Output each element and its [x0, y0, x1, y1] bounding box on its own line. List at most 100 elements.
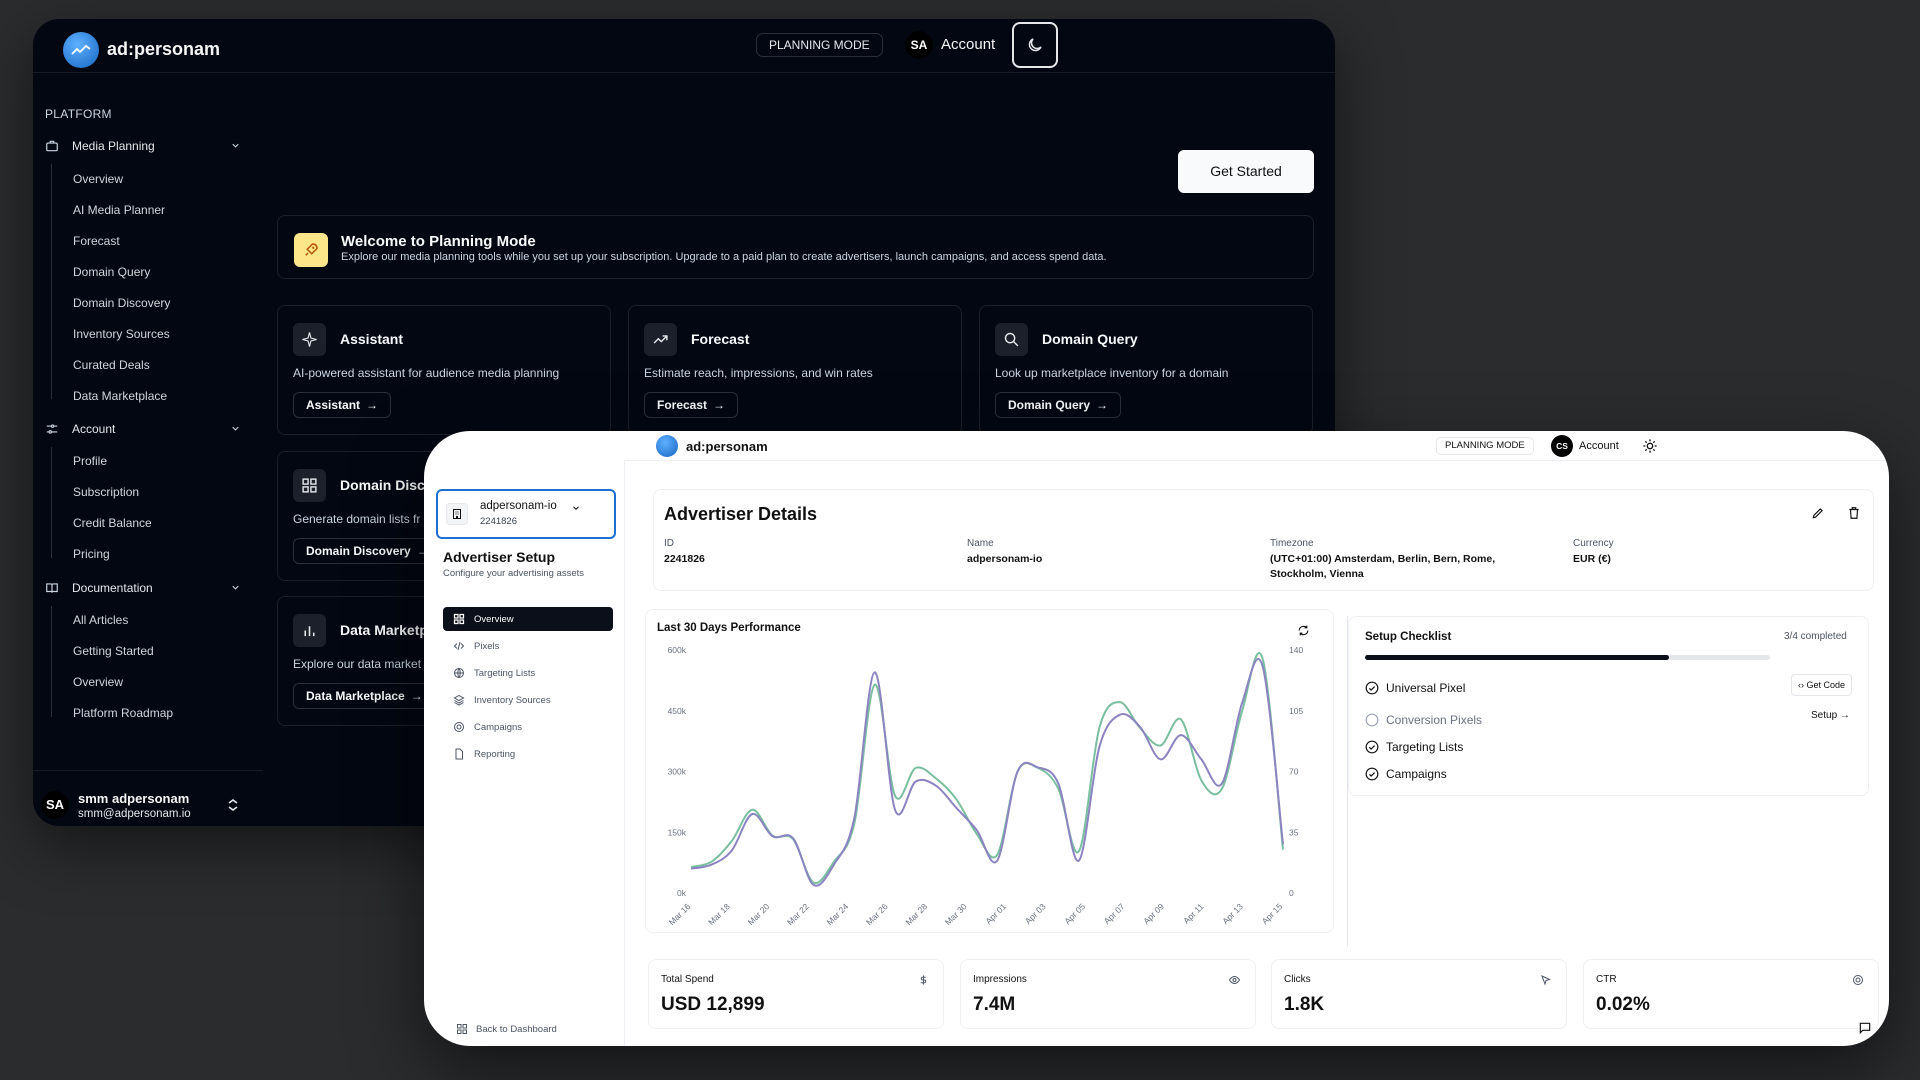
card-title: Assistant	[340, 331, 404, 347]
arrow-right-icon: →	[1839, 710, 1850, 721]
nav-item-docs-overview[interactable]: Overview	[73, 675, 123, 689]
account-menu[interactable]: Account	[1579, 440, 1619, 452]
card-description: AI-powered assistant for audience media …	[293, 366, 560, 380]
nav-item-overview[interactable]: Overview	[443, 607, 613, 631]
checklist-label: Targeting Lists	[1386, 740, 1464, 754]
stat-clicks: Clicks 1.8K	[1271, 959, 1567, 1029]
chevrons-up-down-icon	[228, 799, 238, 811]
field-name: Name adpersonam-io	[967, 538, 1207, 567]
brand-logo[interactable]	[656, 435, 678, 457]
x-tick-label: Apr 09	[1141, 901, 1166, 926]
nav-item-all-articles[interactable]: All Articles	[73, 613, 128, 627]
card-title: Domain Query	[1042, 331, 1138, 347]
nav-item-curated-deals[interactable]: Curated Deals	[73, 358, 150, 372]
rocket-icon	[294, 233, 328, 267]
nav-item-data-marketplace[interactable]: Data Marketplace	[73, 389, 167, 403]
back-label: Back to Dashboard	[476, 1024, 557, 1035]
domain-query-button[interactable]: Domain Query →	[995, 392, 1122, 418]
code-icon: ‹›	[1798, 680, 1804, 690]
forecast-button[interactable]: Forecast →	[644, 392, 739, 418]
y-right-tick-label: 35	[1289, 827, 1299, 837]
check-circle-icon	[1365, 681, 1379, 695]
user-menu[interactable]: SA smm adpersonam smm@adpersonam.io	[33, 770, 263, 826]
card-description: Look up marketplace inventory for a doma…	[995, 366, 1229, 380]
top-bar	[624, 431, 1889, 461]
nav-item-profile[interactable]: Profile	[73, 454, 107, 468]
x-tick-label: Apr 07	[1102, 901, 1127, 926]
nav-item-subscription[interactable]: Subscription	[73, 485, 139, 499]
checklist-item-conversion-pixels: Conversion Pixels	[1365, 710, 1845, 730]
button-label: Assistant	[306, 398, 361, 412]
brand-logo[interactable]	[63, 32, 99, 68]
domain-query-card: Domain Query Look up marketplace invento…	[979, 305, 1313, 435]
account-menu[interactable]: Account	[941, 36, 995, 53]
bar-chart-icon	[293, 614, 326, 647]
x-tick-label: Apr 01	[983, 901, 1008, 926]
sidebar-subtitle: Configure your advertising assets	[443, 568, 584, 579]
arrow-right-icon: →	[410, 689, 423, 703]
x-tick-label: Mar 16	[667, 901, 693, 927]
checklist-item-universal-pixel: Universal Pixel	[1365, 678, 1845, 698]
nav-item-platform-roadmap[interactable]: Platform Roadmap	[73, 706, 173, 720]
nav-item-getting-started[interactable]: Getting Started	[73, 644, 154, 658]
stat-label: Total Spend	[661, 974, 714, 985]
account-avatar[interactable]: CS	[1551, 435, 1573, 457]
nav-group-media-planning[interactable]: Media Planning	[45, 135, 245, 157]
account-avatar[interactable]: SA	[905, 31, 933, 59]
data-marketplace-button[interactable]: Data Marketplace →	[293, 683, 436, 709]
nav-item-domain-query[interactable]: Domain Query	[73, 265, 150, 279]
sun-icon[interactable]	[1642, 438, 1658, 454]
nav-item-inventory-sources[interactable]: Inventory Sources	[443, 688, 613, 712]
y-left-tick-label: 0k	[677, 888, 687, 898]
card-description: Generate domain lists fr	[293, 512, 421, 526]
sliders-icon	[46, 424, 58, 434]
nav-item-credit-balance[interactable]: Credit Balance	[73, 516, 152, 530]
nav-item-campaigns[interactable]: Campaigns	[443, 715, 613, 739]
sidebar-divider	[624, 461, 625, 1046]
file-icon	[455, 748, 463, 760]
stat-value: 0.02%	[1596, 994, 1650, 1015]
checklist-progress-bar	[1365, 655, 1770, 660]
advertiser-selector[interactable]: adpersonam-io 2241826	[436, 489, 616, 539]
get-code-button[interactable]: ‹› Get Code	[1791, 674, 1853, 696]
nav-group-account[interactable]: Account	[45, 418, 245, 440]
nav-item-inventory-sources[interactable]: Inventory Sources	[73, 327, 170, 341]
button-label: Domain Query	[1008, 398, 1091, 412]
nav-group-label: Documentation	[72, 581, 153, 595]
card-description: Explore our data market	[293, 657, 422, 671]
nav-group-documentation[interactable]: Documentation	[45, 577, 245, 599]
card-description: Estimate reach, impressions, and win rat…	[644, 366, 873, 380]
grid-icon	[293, 469, 326, 502]
grid-icon	[453, 613, 465, 625]
planning-mode-badge: PLANNING MODE	[756, 33, 883, 57]
nav-item-reporting[interactable]: Reporting	[443, 742, 613, 766]
nav-item-targeting-lists[interactable]: Targeting Lists	[443, 661, 613, 685]
message-icon[interactable]	[1858, 1021, 1872, 1035]
stat-label: CTR	[1596, 974, 1617, 985]
nav-item-pixels[interactable]: Pixels	[443, 634, 613, 658]
arrow-right-icon: →	[1096, 398, 1109, 412]
nav-item-pricing[interactable]: Pricing	[73, 547, 110, 561]
nav-item-forecast[interactable]: Forecast	[73, 234, 120, 248]
nav-item-ai-media-planner[interactable]: AI Media Planner	[73, 203, 165, 217]
chevron-down-icon	[232, 426, 239, 431]
x-tick-label: Mar 28	[903, 901, 929, 927]
nav-item-overview[interactable]: Overview	[73, 172, 123, 186]
setup-link[interactable]: Setup →	[1811, 710, 1850, 721]
trending-up-icon	[644, 323, 677, 356]
pencil-icon[interactable]	[1811, 506, 1825, 520]
x-tick-label: Apr 13	[1220, 901, 1245, 926]
series-line-right	[690, 652, 1284, 885]
nav-item-domain-discovery[interactable]: Domain Discovery	[73, 296, 170, 310]
nav-label: Reporting	[474, 749, 516, 760]
field-currency: Currency EUR (€)	[1573, 538, 1813, 567]
button-label: Get Code	[1806, 680, 1846, 690]
theme-toggle-button[interactable]	[1012, 22, 1058, 68]
forecast-card: Forecast Estimate reach, impressions, an…	[628, 305, 962, 435]
sidebar-section-label: PLATFORM	[45, 107, 112, 121]
trash-icon[interactable]	[1847, 506, 1861, 520]
assistant-button[interactable]: Assistant →	[293, 392, 392, 418]
domain-discovery-button[interactable]: Domain Discovery →	[293, 538, 442, 564]
get-started-button[interactable]: Get Started	[1178, 150, 1314, 193]
sparkle-icon	[293, 323, 326, 356]
